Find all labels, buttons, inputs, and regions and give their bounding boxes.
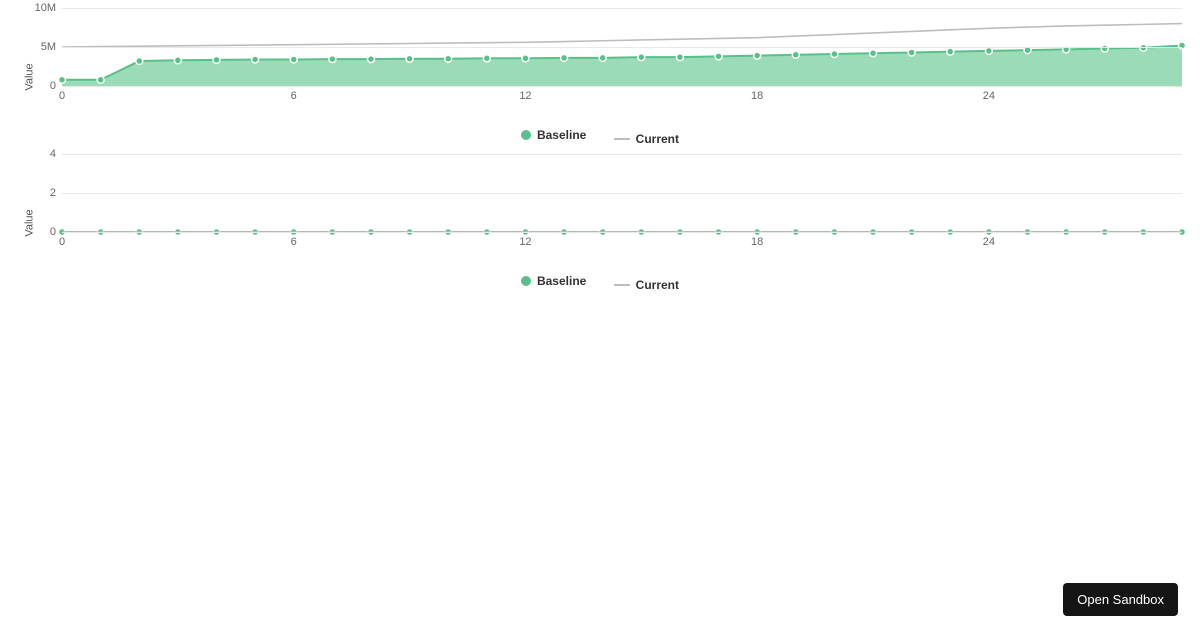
x-tick-label: 24 — [983, 236, 995, 248]
legend-current-label: Current — [636, 278, 679, 292]
gridline — [62, 47, 1182, 48]
legend-baseline: Baseline — [521, 128, 586, 142]
legend-baseline-swatch — [521, 276, 531, 286]
gridline — [62, 8, 1182, 9]
chart-2: Value 024 0 6 12 18 24 Baseline Current — [18, 154, 1182, 292]
open-sandbox-label: Open Sandbox — [1077, 592, 1164, 607]
legend-current: Current — [614, 132, 679, 146]
x-axis-ticks: 0 6 12 18 24 — [62, 90, 1182, 106]
chart-1: Value 05M10M 0 6 12 18 24 Baseline Current — [18, 8, 1182, 146]
y-tick-label: 2 — [50, 187, 62, 199]
chart-legend: Baseline Current — [18, 274, 1182, 292]
legend-baseline-label: Baseline — [537, 274, 586, 288]
gridline — [62, 86, 1182, 87]
x-tick-label: 18 — [751, 90, 763, 102]
y-tick-label: 10M — [35, 2, 62, 14]
plot-area: 024 — [62, 154, 1182, 232]
x-tick-label: 6 — [291, 90, 297, 102]
legend-baseline: Baseline — [521, 274, 586, 288]
y-tick-label: 5M — [41, 41, 62, 53]
y-tick-label: 4 — [50, 148, 62, 160]
x-tick-label: 6 — [291, 236, 297, 248]
x-tick-label: 12 — [519, 236, 531, 248]
gridline — [62, 232, 1182, 233]
legend-baseline-swatch — [521, 130, 531, 140]
legend-current-label: Current — [636, 132, 679, 146]
x-axis-ticks: 0 6 12 18 24 — [62, 236, 1182, 252]
legend-current-swatch — [614, 284, 630, 286]
legend-baseline-label: Baseline — [537, 128, 586, 142]
x-tick-label: 0 — [59, 90, 65, 102]
x-tick-label: 0 — [59, 236, 65, 248]
legend-current: Current — [614, 278, 679, 292]
x-tick-label: 18 — [751, 236, 763, 248]
y-axis-label: Value — [24, 63, 36, 90]
legend-current-swatch — [614, 138, 630, 140]
gridline — [62, 193, 1182, 194]
open-sandbox-button[interactable]: Open Sandbox — [1063, 583, 1178, 616]
gridline — [62, 154, 1182, 155]
y-axis-label: Value — [24, 209, 36, 236]
chart-legend: Baseline Current — [18, 128, 1182, 146]
x-tick-label: 12 — [519, 90, 531, 102]
x-tick-label: 24 — [983, 90, 995, 102]
plot-area: 05M10M — [62, 8, 1182, 86]
